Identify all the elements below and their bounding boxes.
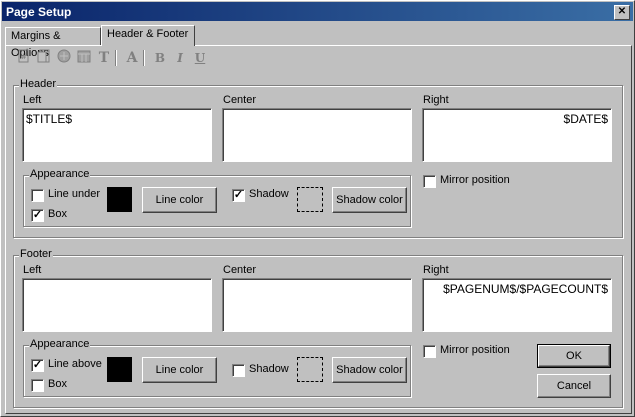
header-line-under-checkbox[interactable] (31, 189, 44, 202)
footer-left-field[interactable] (22, 278, 212, 332)
header-mirror-label: Mirror position (440, 174, 510, 186)
italic-icon[interactable]: I (171, 49, 189, 67)
header-shadow-color-swatch (297, 187, 323, 212)
underline-icon[interactable]: U (191, 49, 209, 67)
header-shadow-checkbox[interactable]: ✓ (232, 189, 245, 202)
footer-line-color-button[interactable]: Line color (142, 357, 217, 383)
toolbar-separator (115, 50, 117, 66)
header-box-checkbox[interactable]: ✓ (31, 209, 44, 222)
insert-date-icon[interactable] (55, 49, 73, 67)
insert-page-icon[interactable]: # (15, 49, 33, 67)
footer-line-above-checkbox[interactable]: ✓ (31, 359, 44, 372)
close-icon: ✕ (617, 6, 627, 17)
footer-shadow-checkbox[interactable] (232, 364, 245, 377)
page-setup-dialog: Page Setup ✕ Margins & Options Header & … (0, 0, 635, 417)
footer-mirror-label: Mirror position (440, 344, 510, 356)
insert-time-icon[interactable] (75, 49, 93, 67)
footer-box-label: Box (48, 378, 67, 390)
header-line-color-button[interactable]: Line color (142, 187, 217, 213)
footer-mirror-checkbox[interactable] (423, 345, 436, 358)
tab-header-footer[interactable]: Header & Footer (101, 25, 195, 46)
footer-group-label: Footer (19, 248, 53, 260)
insert-title-icon[interactable]: T (95, 49, 113, 67)
footer-left-label: Left (23, 264, 42, 276)
insert-pagecount-icon[interactable] (35, 49, 53, 67)
header-box-label: Box (48, 208, 67, 220)
header-center-label: Center (223, 94, 257, 106)
ok-button[interactable]: OK (537, 344, 611, 368)
header-shadow-label: Shadow (249, 188, 289, 200)
footer-shadow-label: Shadow (249, 363, 289, 375)
footer-shadow-color-swatch (297, 357, 323, 382)
header-line-color-swatch (107, 187, 132, 212)
close-button[interactable]: ✕ (614, 5, 630, 20)
footer-line-color-swatch (107, 357, 132, 382)
header-group-label: Header (19, 78, 58, 90)
window-title: Page Setup (6, 5, 72, 19)
header-shadow-color-button[interactable]: Shadow color (332, 187, 407, 213)
header-appearance-label: Appearance (29, 168, 91, 180)
footer-right-label: Right (423, 264, 449, 276)
tab-margins-options[interactable]: Margins & Options (5, 27, 101, 59)
footer-shadow-color-button[interactable]: Shadow color (332, 357, 407, 383)
header-mirror-checkbox[interactable] (423, 175, 436, 188)
footer-appearance-label: Appearance (29, 338, 91, 350)
bold-icon[interactable]: B (151, 49, 169, 67)
footer-center-field[interactable] (222, 278, 412, 332)
svg-text:#: # (21, 52, 27, 61)
header-line-under-label: Line under (48, 188, 100, 200)
header-center-field[interactable] (222, 108, 412, 162)
footer-line-above-label: Line above (48, 358, 102, 370)
font-icon[interactable]: A (123, 49, 141, 67)
footer-box-checkbox[interactable] (31, 379, 44, 392)
header-left-field[interactable]: $TITLE$ (22, 108, 212, 162)
header-right-field[interactable]: $DATE$ (422, 108, 612, 162)
footer-right-field[interactable]: $PAGENUM$/$PAGECOUNT$ (422, 278, 612, 332)
title-bar[interactable]: Page Setup ✕ (2, 2, 633, 21)
header-right-label: Right (423, 94, 449, 106)
toolbar-separator (143, 50, 145, 66)
footer-center-label: Center (223, 264, 257, 276)
cancel-button[interactable]: Cancel (537, 374, 611, 398)
header-left-label: Left (23, 94, 42, 106)
